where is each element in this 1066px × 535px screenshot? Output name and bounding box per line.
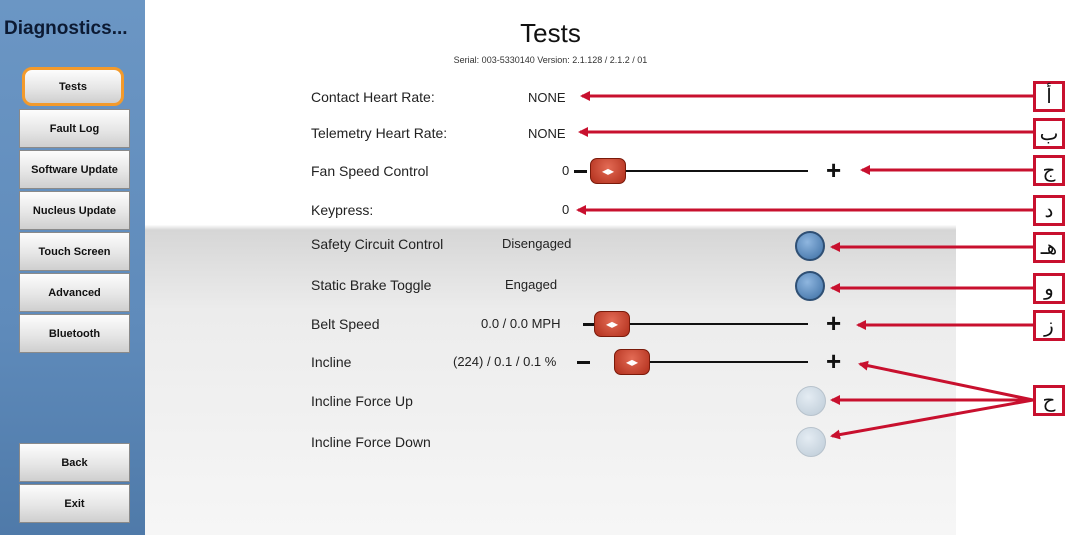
callout-jim: ج [1033, 155, 1065, 186]
callout-ha: هـ [1033, 232, 1065, 263]
callout-ha-dot: ح [1033, 385, 1065, 416]
callout-zay: ز [1033, 310, 1065, 341]
callout-arrows [576, 91, 1034, 440]
callout-waw: و [1033, 273, 1065, 304]
callout-ba: ب [1033, 118, 1065, 149]
callout-alef: أ [1033, 81, 1065, 112]
callout-dal: د [1033, 195, 1065, 226]
